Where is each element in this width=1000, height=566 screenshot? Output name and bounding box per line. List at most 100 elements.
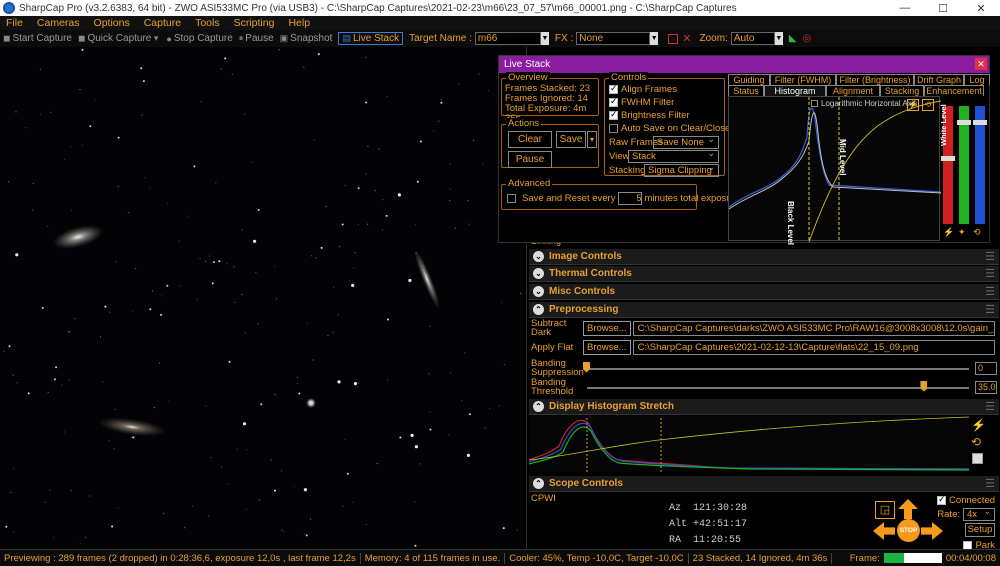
pause-stack-button[interactable]: Pause <box>508 151 552 168</box>
histogram-reset-stack-icon[interactable]: ⟲ <box>922 99 934 111</box>
tab-drift-graph[interactable]: Drift Graph <box>914 74 964 85</box>
sliders-auto-icon[interactable]: ⚡ <box>943 227 954 238</box>
menu-icon[interactable]: ☰ <box>985 477 995 490</box>
subtract-dark-browse-button[interactable]: Browse... <box>583 320 631 336</box>
slider-thumb[interactable] <box>920 380 928 392</box>
tab-enhancement[interactable]: Enhancement <box>924 85 984 96</box>
fwhm-filter-checkbox[interactable] <box>609 96 618 107</box>
clear-button[interactable]: Clear <box>508 131 552 148</box>
display-histogram-header[interactable]: ⌃ Display Histogram Stretch ☰ <box>529 399 999 415</box>
menu-scripting[interactable]: Scripting <box>234 17 275 29</box>
target-name-input[interactable]: m66 <box>474 32 541 45</box>
slider-thumb[interactable] <box>583 361 590 373</box>
menu-help[interactable]: Help <box>288 17 310 29</box>
rate-select[interactable]: 4x <box>963 506 995 521</box>
banding-suppression-slider[interactable] <box>583 361 971 376</box>
menu-tools[interactable]: Tools <box>195 17 220 29</box>
zoom-dropdown-icon[interactable]: ▼ <box>774 32 783 45</box>
menu-options[interactable]: Options <box>94 17 130 29</box>
scope-north-button[interactable] <box>898 499 918 519</box>
fx-select[interactable]: None <box>576 32 651 45</box>
histogram-auto-stretch-icon[interactable]: ⚡ <box>971 418 986 432</box>
live-stack-button[interactable]: ▤ Live Stack <box>338 32 404 45</box>
connected-checkbox[interactable] <box>937 494 947 505</box>
menu-icon[interactable]: ☰ <box>985 400 995 413</box>
actions-group: Actions Clear Save ▾ Pause <box>501 118 599 168</box>
start-capture-button[interactable]: ◼ Start Capture <box>3 33 72 44</box>
banding-threshold-value[interactable]: 35.0 <box>975 380 997 394</box>
histogram-reset-icon[interactable]: ⟲ <box>971 435 981 449</box>
green-slider-thumb[interactable] <box>957 120 971 125</box>
target-name-dropdown-icon[interactable]: ▼ <box>540 32 549 45</box>
color-balance-sliders[interactable]: White Level ⚡ ✦ ⟲ <box>939 96 987 241</box>
apply-flat-browse-button[interactable]: Browse... <box>583 339 631 355</box>
zoom-select[interactable]: Auto <box>730 32 775 45</box>
start-capture-label: Start Capture <box>12 33 72 44</box>
log-axis-row: Logarithmic Horizontal Axis <box>811 99 917 108</box>
apply-flat-path-select[interactable]: C:\SharpCap Captures\2021-02-12-13\Captu… <box>632 339 995 355</box>
star <box>228 360 231 363</box>
setup-button[interactable]: Setup <box>965 523 995 537</box>
menu-cameras[interactable]: Cameras <box>37 17 80 29</box>
log-axis-checkbox[interactable] <box>811 100 818 107</box>
thermal-controls-header[interactable]: ⌄ Thermal Controls ☰ <box>529 266 999 282</box>
tab-histogram[interactable]: Histogram <box>764 85 826 96</box>
focus-assist-icon[interactable]: ◎ <box>803 33 812 44</box>
snapshot-button[interactable]: ▣ Snapshot <box>280 33 333 44</box>
close-button[interactable]: ✕ <box>962 2 1000 15</box>
auto-save-checkbox[interactable] <box>609 124 618 133</box>
scope-controls-header[interactable]: ⌃ Scope Controls ☰ <box>529 476 999 492</box>
align-frames-checkbox[interactable] <box>609 83 618 94</box>
menu-icon[interactable]: ☰ <box>985 250 995 263</box>
live-stack-close-button[interactable]: ✕ <box>975 58 987 70</box>
sliders-reset-icon[interactable]: ⟲ <box>973 227 981 238</box>
stacking-select[interactable]: Sigma Clipping <box>644 162 719 177</box>
banding-suppression-value[interactable]: 0 <box>975 361 997 375</box>
display-histogram-graph[interactable] <box>528 416 970 472</box>
subtract-dark-path-select[interactable]: C:\SharpCap Captures\darks\ZWO ASI533MC … <box>632 320 995 336</box>
view-select[interactable]: Stack <box>628 148 719 163</box>
quick-capture-button[interactable]: ◼ Quick Capture ▾ <box>78 33 160 44</box>
brightness-filter-checkbox[interactable] <box>609 109 618 120</box>
pause-button[interactable]: ⏸ Pause <box>239 33 274 44</box>
tab-guiding[interactable]: Guiding <box>728 74 770 85</box>
save-dropdown-icon[interactable]: ▾ <box>587 131 597 148</box>
histogram-save-icon[interactable] <box>972 453 983 464</box>
tab-filter-brightness[interactable]: Filter (Brightness) <box>836 74 914 85</box>
red-slider-thumb[interactable] <box>941 156 955 161</box>
tab-alignment[interactable]: Alignment <box>826 85 880 96</box>
tab-filter-fwhm[interactable]: Filter (FWHM) <box>770 74 836 85</box>
scope-home-icon[interactable]: ◲ <box>875 501 895 519</box>
menu-icon[interactable]: ☰ <box>985 267 995 280</box>
histogram-auto-icon[interactable]: ⚡ <box>907 99 919 111</box>
sliders-link-icon[interactable]: ✦ <box>958 227 966 238</box>
stop-capture-button[interactable]: ● Stop Capture <box>166 33 232 44</box>
misc-controls-header[interactable]: ⌄ Misc Controls ☰ <box>529 284 999 300</box>
preprocessing-header[interactable]: ⌃ Preprocessing ☰ <box>529 302 999 318</box>
tab-log[interactable]: Log <box>964 74 990 85</box>
save-reset-minutes-input[interactable]: 5 <box>618 192 643 205</box>
banding-threshold-slider[interactable] <box>583 380 971 395</box>
minimize-button[interactable]: — <box>886 2 924 14</box>
menu-file[interactable]: File <box>6 17 23 29</box>
reticle-icon[interactable]: ✕ <box>682 32 691 45</box>
scope-west-button[interactable] <box>873 522 895 540</box>
live-stack-histogram[interactable]: Logarithmic Horizontal Axis Black Level … <box>728 96 942 245</box>
fx-dropdown-icon[interactable]: ▼ <box>650 32 659 45</box>
histogram-icon[interactable]: ◣ <box>789 33 797 44</box>
scope-east-button[interactable] <box>921 522 943 540</box>
save-button[interactable]: Save <box>556 131 586 148</box>
tab-status[interactable]: Status <box>728 85 764 96</box>
scope-stop-button[interactable]: STOP <box>897 519 920 542</box>
image-controls-header[interactable]: ⌄ Image Controls ☰ <box>529 249 999 265</box>
menu-icon[interactable]: ☰ <box>985 285 995 298</box>
star <box>70 490 72 492</box>
menu-capture[interactable]: Capture <box>144 17 181 29</box>
image-viewport[interactable] <box>0 47 525 549</box>
save-reset-checkbox[interactable] <box>507 194 516 203</box>
blue-slider-thumb[interactable] <box>973 120 987 125</box>
tab-stacking[interactable]: Stacking <box>880 85 924 96</box>
maximize-button[interactable]: ☐ <box>924 2 962 15</box>
selection-area-icon[interactable] <box>668 33 679 44</box>
menu-icon[interactable]: ☰ <box>985 303 995 316</box>
